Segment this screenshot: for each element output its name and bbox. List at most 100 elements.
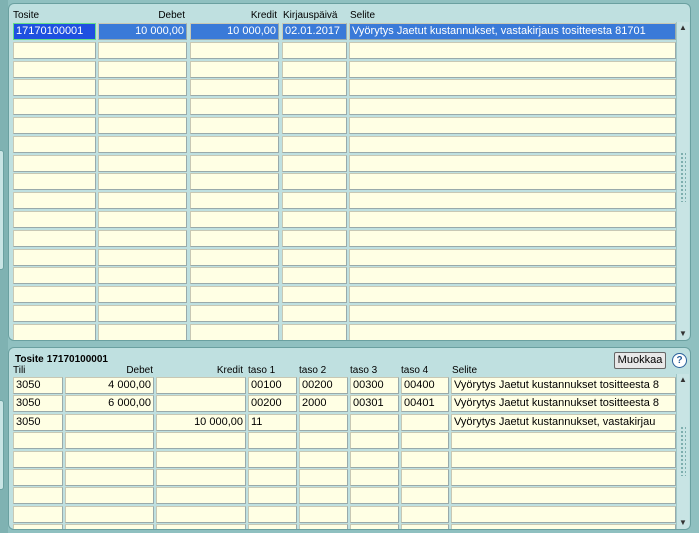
cell-kredit[interactable]: [190, 154, 279, 172]
cell-tili[interactable]: [13, 524, 63, 529]
cell-kirjauspaiva[interactable]: [282, 248, 347, 266]
cell-kredit[interactable]: [156, 524, 246, 529]
cell-taso4[interactable]: [401, 450, 449, 468]
cell-kredit[interactable]: [190, 211, 279, 228]
cell-selite[interactable]: [451, 524, 676, 529]
cell-debet[interactable]: [98, 173, 187, 191]
cell-taso4[interactable]: 00401: [401, 395, 449, 413]
col-header-debet[interactable]: Debet: [97, 10, 185, 21]
cell-debet[interactable]: [98, 305, 187, 322]
cell-tili[interactable]: [13, 505, 63, 523]
col-header-selite[interactable]: Selite: [452, 365, 477, 376]
cell-taso3[interactable]: 00300: [350, 377, 399, 394]
cell-debet[interactable]: [98, 229, 187, 247]
cell-debet[interactable]: 4 000,00: [65, 377, 154, 394]
cell-taso2[interactable]: [299, 450, 348, 468]
cell-kredit[interactable]: [156, 377, 246, 394]
cell-kredit[interactable]: [190, 135, 279, 153]
cell-tili[interactable]: 3050: [13, 395, 63, 413]
cell-taso1[interactable]: [248, 450, 297, 468]
col-header-kredit[interactable]: Kredit: [157, 365, 243, 376]
cell-debet[interactable]: [98, 267, 187, 285]
cell-taso1[interactable]: [248, 524, 297, 529]
cell-selite[interactable]: [349, 173, 676, 191]
cell-kredit[interactable]: [190, 323, 279, 340]
cell-debet[interactable]: [98, 323, 187, 340]
cell-kredit[interactable]: [156, 505, 246, 523]
cell-kredit[interactable]: [190, 79, 279, 97]
cell-taso2[interactable]: [299, 432, 348, 450]
cell-taso1[interactable]: [248, 505, 297, 523]
cell-taso4[interactable]: [401, 524, 449, 529]
cell-debet[interactable]: [65, 432, 154, 450]
cell-tosite[interactable]: [13, 323, 96, 340]
cell-kirjauspaiva[interactable]: [282, 323, 347, 340]
col-header-taso3[interactable]: taso 3: [350, 365, 377, 376]
cell-kirjauspaiva[interactable]: [282, 267, 347, 285]
cell-debet[interactable]: [98, 98, 187, 116]
col-header-tili[interactable]: Tili: [13, 365, 25, 376]
cell-debet[interactable]: [98, 286, 187, 304]
cell-taso1[interactable]: 00200: [248, 395, 297, 413]
cell-tosite[interactable]: [13, 135, 96, 153]
cell-taso3[interactable]: [350, 487, 399, 505]
cell-taso4[interactable]: 00400: [401, 377, 449, 394]
cell-taso2[interactable]: 2000: [299, 395, 348, 413]
help-icon[interactable]: ?: [672, 353, 687, 368]
cell-selite[interactable]: Vyörytys Jaetut kustannukset, vastakirja…: [349, 23, 676, 40]
cell-kirjauspaiva[interactable]: [282, 41, 347, 59]
cell-taso3[interactable]: [350, 450, 399, 468]
cell-selite[interactable]: [349, 98, 676, 116]
cell-taso2[interactable]: [299, 413, 348, 431]
cell-taso1[interactable]: [248, 432, 297, 450]
cell-taso1[interactable]: 00100: [248, 377, 297, 394]
cell-kredit[interactable]: [190, 248, 279, 266]
scroll-up-arrow-icon[interactable]: ▲: [677, 22, 689, 34]
cell-debet[interactable]: [98, 211, 187, 228]
cell-kirjauspaiva[interactable]: 02.01.2017: [282, 23, 347, 40]
cell-taso2[interactable]: [299, 469, 348, 486]
cell-kredit[interactable]: [190, 286, 279, 304]
cell-taso2[interactable]: [299, 524, 348, 529]
cell-selite[interactable]: [349, 135, 676, 153]
cell-selite[interactable]: [349, 211, 676, 228]
scroll-down-arrow-icon[interactable]: ▼: [677, 328, 689, 340]
cell-selite[interactable]: [349, 192, 676, 210]
cell-kredit[interactable]: [190, 117, 279, 134]
cell-debet[interactable]: [65, 524, 154, 529]
col-header-selite[interactable]: Selite: [350, 10, 375, 21]
cell-kredit[interactable]: [156, 469, 246, 486]
cell-taso3[interactable]: [350, 524, 399, 529]
cell-selite[interactable]: [349, 248, 676, 266]
cell-tosite[interactable]: [13, 211, 96, 228]
cell-kirjauspaiva[interactable]: [282, 135, 347, 153]
cell-tosite[interactable]: [13, 173, 96, 191]
cell-kirjauspaiva[interactable]: [282, 117, 347, 134]
cell-debet[interactable]: [65, 469, 154, 486]
cell-debet[interactable]: 6 000,00: [65, 395, 154, 413]
cell-debet[interactable]: [65, 487, 154, 505]
cell-taso3[interactable]: [350, 469, 399, 486]
cell-taso3[interactable]: 00301: [350, 395, 399, 413]
cell-taso4[interactable]: [401, 413, 449, 431]
cell-kredit[interactable]: 10 000,00: [190, 23, 279, 40]
cell-tosite[interactable]: [13, 41, 96, 59]
cell-kredit[interactable]: [190, 173, 279, 191]
cell-tosite[interactable]: 17170100001: [13, 23, 96, 40]
cell-selite[interactable]: [349, 267, 676, 285]
cell-taso1[interactable]: [248, 487, 297, 505]
cell-selite[interactable]: [451, 487, 676, 505]
cell-kredit[interactable]: [156, 487, 246, 505]
cell-selite[interactable]: [349, 229, 676, 247]
cell-tosite[interactable]: [13, 154, 96, 172]
cell-selite[interactable]: [451, 450, 676, 468]
cell-debet[interactable]: [98, 41, 187, 59]
cell-selite[interactable]: [349, 79, 676, 97]
cell-taso4[interactable]: [401, 432, 449, 450]
cell-selite[interactable]: [349, 305, 676, 322]
cell-taso4[interactable]: [401, 487, 449, 505]
cell-tosite[interactable]: [13, 305, 96, 322]
cell-tili[interactable]: 3050: [13, 377, 63, 394]
cell-taso2[interactable]: [299, 505, 348, 523]
cell-debet[interactable]: 10 000,00: [98, 23, 187, 40]
